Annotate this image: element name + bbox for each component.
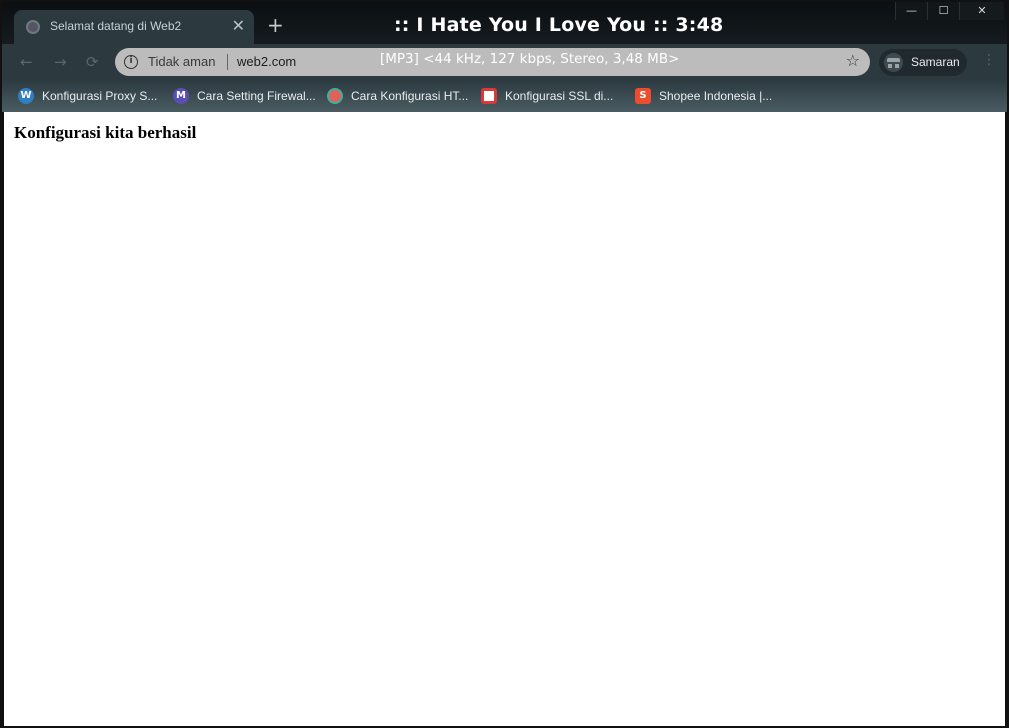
close-tab-icon[interactable]: ✕ bbox=[232, 16, 245, 36]
reload-button[interactable]: ⟳ bbox=[86, 53, 99, 71]
star-icon[interactable]: ☆ bbox=[846, 52, 860, 70]
back-button[interactable]: ← bbox=[20, 53, 33, 71]
menu-icon[interactable]: ⋮ bbox=[982, 52, 996, 68]
bookmark-item[interactable]: S Shopee Indonesia |... bbox=[635, 86, 772, 106]
bookmark-item[interactable]: Konfigurasi SSL di... bbox=[481, 86, 613, 106]
tab-title: Selamat datang di Web2 bbox=[50, 19, 182, 33]
tab-strip: Selamat datang di Web2 ✕ + :: I Hate You… bbox=[2, 2, 1007, 44]
window-controls: — ☐ ✕ bbox=[895, 2, 1004, 20]
security-label[interactable]: Tidak aman bbox=[148, 54, 215, 69]
bookmark-label: Cara Konfigurasi HT... bbox=[351, 89, 469, 103]
url-text[interactable]: web2.com bbox=[237, 54, 296, 69]
media-title-overlay: :: I Hate You I Love You :: 3:48 bbox=[394, 14, 724, 36]
bookmark-item[interactable]: M Cara Setting Firewal... bbox=[173, 86, 316, 106]
wordpress-icon: W bbox=[18, 88, 34, 104]
bookmark-label: Konfigurasi Proxy S... bbox=[42, 89, 158, 103]
shopee-icon: S bbox=[635, 88, 651, 104]
page-heading: Konfigurasi kita berhasil bbox=[14, 123, 197, 142]
bookmark-label: Cara Setting Firewal... bbox=[197, 89, 316, 103]
forward-button[interactable]: → bbox=[54, 53, 67, 71]
incognito-label: Samaran bbox=[911, 55, 960, 69]
incognito-profile-button[interactable]: Samaran bbox=[879, 49, 967, 76]
page-content: Konfigurasi kita berhasil bbox=[4, 112, 1005, 726]
info-icon[interactable]: i bbox=[124, 55, 138, 69]
incognito-icon bbox=[884, 53, 903, 72]
new-tab-button[interactable]: + bbox=[267, 15, 284, 35]
close-window-button[interactable]: ✕ bbox=[959, 2, 1004, 20]
globe-icon bbox=[26, 20, 40, 34]
site-icon bbox=[327, 88, 343, 104]
site-icon bbox=[481, 88, 497, 104]
minimize-button[interactable]: — bbox=[895, 2, 927, 20]
maximize-button[interactable]: ☐ bbox=[927, 2, 959, 20]
browser-window: Selamat datang di Web2 ✕ + :: I Hate You… bbox=[0, 0, 1009, 728]
mikrotik-icon: M bbox=[173, 88, 189, 104]
bookmark-label: Konfigurasi SSL di... bbox=[505, 89, 614, 103]
divider bbox=[227, 54, 228, 70]
bookmarks-bar: W Konfigurasi Proxy S... M Cara Setting … bbox=[2, 80, 1007, 112]
bookmark-item[interactable]: Cara Konfigurasi HT... bbox=[327, 86, 468, 106]
bookmark-item[interactable]: W Konfigurasi Proxy S... bbox=[18, 86, 157, 106]
media-info-overlay: [MP3] <44 kHz, 127 kbps, Stereo, 3,48 MB… bbox=[380, 51, 680, 67]
tab-active[interactable]: Selamat datang di Web2 ✕ bbox=[14, 10, 254, 44]
bookmark-label: Shopee Indonesia |... bbox=[659, 89, 773, 103]
